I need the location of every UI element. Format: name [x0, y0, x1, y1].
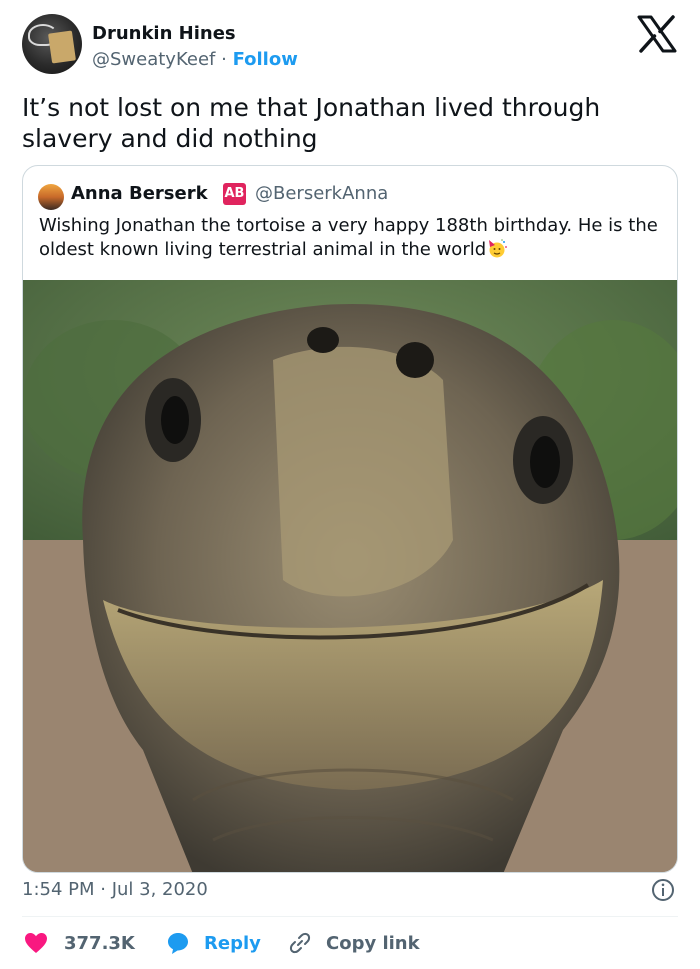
link-icon [289, 932, 311, 954]
quoted-tweet-text: Wishing Jonathan the tortoise a very hap… [39, 214, 669, 262]
reply-bubble-icon [168, 933, 188, 954]
quoted-author-name[interactable]: Anna Berserk [71, 183, 208, 204]
quoted-tweet[interactable]: Anna Berserk AB @BerserkAnna Wishing Jon… [22, 165, 678, 873]
like-count: 377.3K [64, 932, 135, 954]
quoted-author-badge: AB [223, 183, 246, 205]
author-handle-line: @SweatyKeef · Follow [92, 49, 298, 70]
reply-button[interactable]: Reply [166, 930, 261, 956]
x-logo-icon[interactable] [636, 15, 678, 53]
quoted-author-avatar[interactable] [38, 184, 64, 210]
tweet-header: Drunkin Hines @SweatyKeef · Follow [0, 0, 700, 88]
author-handle[interactable]: @SweatyKeef [92, 49, 215, 70]
quoted-author-handle[interactable]: @BerserkAnna [255, 183, 388, 204]
copy-link-label: Copy link [326, 932, 420, 954]
avatar-tag-graphic [48, 30, 76, 64]
separator-dot: · [221, 49, 227, 70]
tweet-text: It’s not lost on me that Jonathan lived … [22, 93, 601, 153]
heart-icon [25, 933, 47, 953]
follow-button[interactable]: Follow [233, 49, 298, 70]
author-avatar[interactable] [22, 14, 82, 74]
divider [22, 916, 678, 917]
reply-label: Reply [204, 932, 261, 954]
like-button[interactable]: 377.3K [24, 930, 135, 956]
tweet-actions: 377.3K Reply Copy link [22, 930, 678, 956]
tortoise-photo[interactable] [23, 280, 677, 872]
tortoise-photo-illustration [23, 280, 677, 872]
quoted-text-content: Wishing Jonathan the tortoise a very hap… [39, 215, 658, 260]
party-face-icon [489, 239, 508, 258]
author-display-name[interactable]: Drunkin Hines [92, 23, 236, 44]
copy-link-button[interactable]: Copy link [288, 930, 420, 956]
info-icon[interactable] [651, 878, 675, 902]
tweet-timestamp[interactable]: 1:54 PM · Jul 3, 2020 [22, 879, 208, 900]
